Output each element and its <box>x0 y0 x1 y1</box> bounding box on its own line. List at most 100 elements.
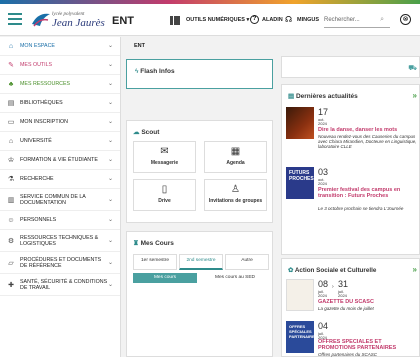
sidebar-item-label: MON ESPACE <box>20 43 55 49</box>
search-input[interactable]: Rechercher... ⌕ <box>324 12 390 28</box>
staff-icon: ☺ <box>7 216 15 224</box>
event-title[interactable]: OFFRES SPECIALES ET PROMOTIONS PARTENAIR… <box>318 339 420 351</box>
news-title[interactable]: Dire la danse, danser les mots <box>318 127 418 133</box>
event-desc: Offres partenaires du SCASC <box>318 352 378 357</box>
sidebar-item-mon-inscription[interactable]: ▭ MON INSCRIPTION ⌄ <box>0 113 120 132</box>
sidebar-item-sante[interactable]: ✚ SANTÉ, SÉCURITÉ & CONDITIONS DE TRAVAIL… <box>0 274 120 296</box>
breadcrumb: ENT <box>134 43 145 49</box>
gazette-thumbnail[interactable] <box>286 279 314 311</box>
top-right-card: ⛟ <box>281 56 420 78</box>
flash-infos-label: Flash Infos <box>140 68 175 75</box>
sidebar-item-bibliotheques[interactable]: ▤ BIBLIOTHÈQUES ⌄ <box>0 94 120 113</box>
sidebar-item-ressources-techniques[interactable]: ⚙ RESSOURCES TECHNIQUES & LOGISTIQUES ⌄ <box>0 230 120 252</box>
header: lycée polyvalent Jean Jaurès ENT OUTILS … <box>0 4 420 36</box>
news-thumbnail[interactable]: FUTURS PROCHES <box>286 167 314 199</box>
tab-semestre-2[interactable]: 2nd semestre <box>179 254 223 270</box>
chevron-down-icon: ⌄ <box>107 81 113 87</box>
news-day: 17 <box>318 107 329 117</box>
graduation-icon: ♔ <box>7 157 15 164</box>
action-sociale-title: ✿ Action Sociale et Culturelle <box>288 267 376 274</box>
user-name[interactable]: MINGUS <box>297 17 319 23</box>
actualites-label: Dernières actualités <box>295 93 358 100</box>
sidebar-item-label: RECHERCHE <box>20 176 54 182</box>
brand-ent: ENT <box>112 15 134 27</box>
mes-cours-card: ♜ Mes Cours 1er semestre 2nd semestre Au… <box>126 231 273 357</box>
chevron-down-icon: ⌄ <box>107 196 113 203</box>
sidebar-item-recherche[interactable]: ⚗ RECHERCHE ⌄ <box>0 170 120 189</box>
chevron-down-icon: ⌄ <box>107 43 113 49</box>
sidebar-item-documentation[interactable]: ▥ SERVICE COMMUN DE LA DOCUMENTATION ⌄ <box>0 189 120 211</box>
folder-icon: ▱ <box>8 259 14 267</box>
sidebar-item-label: SERVICE COMMUN DE LA DOCUMENTATION <box>20 193 86 206</box>
sidebar-item-label: PROCÉDURES ET DOCUMENTS DE RÉFÉRENCE <box>20 256 102 269</box>
search-icon[interactable]: ⌕ <box>380 16 384 24</box>
mes-cours-title: ♜ Mes Cours <box>133 239 174 247</box>
aladin-link[interactable]: ALADIN <box>262 17 283 23</box>
sidebar-item-mes-outils[interactable]: ✎ MES OUTILS ⌄ <box>0 56 120 75</box>
chevron-down-icon: ⌄ <box>107 176 113 182</box>
sidebar-item-formation[interactable]: ♔ FORMATION & VIE ÉTUDIANTE ⌄ <box>0 151 120 170</box>
help-icon[interactable]: ? <box>250 15 259 24</box>
news-year: 2024 <box>318 121 327 126</box>
sidebar-item-label: MES OUTILS <box>20 62 53 68</box>
tab-semestre-1[interactable]: 1er semestre <box>133 254 177 270</box>
invitations-tile[interactable]: ♙ Invitations de groupes <box>204 179 267 211</box>
bolt-icon: ϟ <box>135 68 139 75</box>
scout-label: Scout <box>141 129 160 136</box>
news-title[interactable]: Premier festival des campus en transitio… <box>318 187 418 199</box>
menu-icon[interactable] <box>8 13 22 25</box>
logo-icon <box>32 13 50 27</box>
sidebar-item-mon-espace[interactable]: ⌂ MON ESPACE ⌄ <box>0 37 120 56</box>
sidebar-item-personnels[interactable]: ☺ PERSONNELS ⌄ <box>0 211 120 230</box>
cloud-icon: ☁ <box>133 129 140 136</box>
tab-mes-cours-sed[interactable]: Mes cours au SED <box>201 273 269 283</box>
sidebar-item-mes-ressources[interactable]: ♣ MES RESSOURCES ⌄ <box>0 75 120 94</box>
mes-cours-label: Mes Cours <box>140 240 174 247</box>
offres-thumbnail[interactable]: OFFRES SPÉCIALES PARTENAIRES <box>286 321 317 353</box>
sidebar-item-procedures[interactable]: ▱ PROCÉDURES ET DOCUMENTS DE RÉFÉRENCE ⌄ <box>0 252 120 274</box>
chevron-down-icon: ⌄ <box>107 100 113 106</box>
tab-autre[interactable]: Autre <box>225 254 269 270</box>
flash-infos-title: ϟ Flash Infos <box>135 68 175 75</box>
news-icon: ▤ <box>288 93 295 100</box>
action-sociale-label: Action Sociale et Culturelle <box>294 267 377 274</box>
leaf-icon: ✿ <box>288 267 294 274</box>
chevron-down-icon: ⌄ <box>107 237 113 244</box>
event-day-end: 31 <box>338 279 349 289</box>
event-title[interactable]: GAZETTE DU SCASC <box>318 299 418 305</box>
building-icon: ⌂ <box>8 137 14 145</box>
action-sociale-card: ✿ Action Sociale et Culturelle » 08 juil… <box>281 258 420 357</box>
event-year-end: 2024 <box>338 293 347 298</box>
sidebar-item-label: UNIVERSITÉ <box>20 138 52 144</box>
tile-label: Messagerie <box>150 160 179 166</box>
logout-icon[interactable]: ⊗ <box>400 14 411 25</box>
people-icon: ♣ <box>8 80 14 88</box>
user-icon: ☊ <box>285 15 293 24</box>
tile-label: Drive <box>158 198 171 204</box>
sidebar-item-label: PERSONNELS <box>20 217 57 223</box>
flask-icon: ⚗ <box>7 176 15 183</box>
sidebar-item-universite[interactable]: ⌂ UNIVERSITÉ ⌄ <box>0 132 120 151</box>
more-arrow-icon[interactable]: » <box>413 91 417 100</box>
chevron-down-icon: ⌄ <box>107 281 113 288</box>
sidebar-item-label: SANTÉ, SÉCURITÉ & CONDITIONS DE TRAVAIL <box>20 278 108 291</box>
health-icon: ✚ <box>8 281 14 289</box>
car-icon[interactable]: ⛟ <box>408 64 417 73</box>
tile-label: Invitations de groupes <box>208 198 263 204</box>
tools-icon: ⚙ <box>7 237 15 245</box>
news-year: 2024 <box>318 181 327 186</box>
scout-title: ☁ Scout <box>133 128 159 136</box>
tab-mes-cours[interactable]: Mes cours <box>133 273 197 283</box>
event-year: 2024 <box>318 293 327 298</box>
file-icon: ▯ <box>161 184 168 195</box>
chevron-down-icon: ⌄ <box>107 119 113 125</box>
chevron-down-icon: ⌄ <box>107 62 113 68</box>
search-placeholder: Rechercher... <box>324 17 360 23</box>
more-arrow-icon[interactable]: » <box>413 265 417 274</box>
drive-tile[interactable]: ▯ Drive <box>133 179 196 211</box>
brand-name: Jean Jaurès <box>52 17 105 29</box>
actualites-card: ▤ Dernières actualités » 17 oct. 2024 Di… <box>281 84 420 255</box>
tools-menu[interactable]: OUTILS NUMÉRIQUES ▾ <box>186 17 249 23</box>
event-day: 08 <box>318 279 329 289</box>
news-day: 03 <box>318 167 329 177</box>
